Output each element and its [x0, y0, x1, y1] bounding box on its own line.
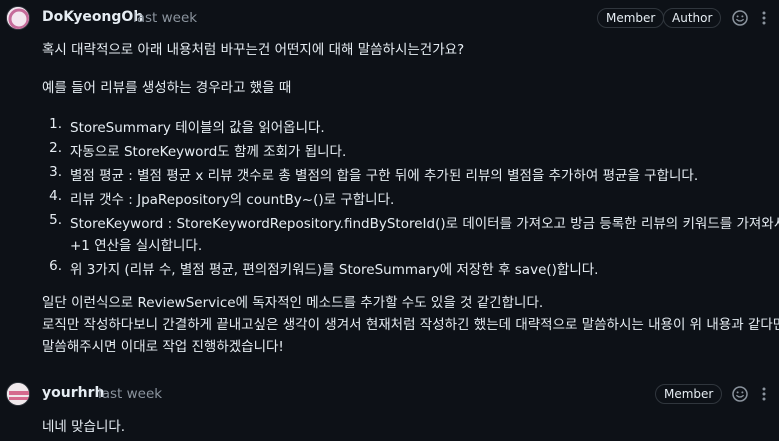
list-item: 위 3가지 (리뷰 수, 별점 평균, 편의점키워드)를 StoreSummar…	[70, 262, 599, 278]
kebab-icon	[762, 11, 766, 25]
member-badge: Member	[655, 384, 723, 404]
avatar[interactable]	[6, 382, 30, 406]
smiley-icon	[732, 386, 748, 402]
comment-menu-button[interactable]	[756, 9, 772, 27]
list-item: StoreSummary 테이블의 값을 읽어옵니다.	[70, 120, 325, 136]
list-item: 리뷰 갯수 : JpaRepository의 countBy~()로 구합니다.	[70, 192, 395, 208]
list-number: 5.	[49, 212, 62, 228]
list-item: 별점 평균 : 별점 평균 x 리뷰 갯수로 총 별점의 합을 구한 뒤에 추가…	[70, 168, 699, 184]
paragraph: 혹시 대략적으로 아래 내용처럼 바꾸는건 어떤지에 대해 말씀하시는건가요?	[42, 42, 465, 58]
kebab-icon	[762, 387, 766, 401]
list-item: StoreKeyword : StoreKeywordRepository.fi…	[70, 216, 779, 232]
list-number: 1.	[49, 116, 62, 132]
comment-yourhrh: yourhrh last week Member 네네 맞습니다.	[0, 376, 779, 441]
comment-menu-button[interactable]	[756, 385, 772, 403]
list-item: 자동으로 StoreKeyword도 함께 조회가 됩니다.	[70, 144, 347, 160]
paragraph: 예를 들어 리뷰를 생성하는 경우라고 했을 때	[42, 80, 292, 96]
list-number: 6.	[49, 258, 62, 274]
author-badge: Author	[663, 8, 722, 28]
identicon-icon	[7, 383, 29, 405]
comment-dokyeongoh: DoKyeongOh last week Member Author 혹시 대략…	[0, 0, 779, 365]
list-number: 2.	[49, 140, 62, 156]
avatar[interactable]	[6, 6, 30, 30]
comment-time[interactable]: last week	[98, 386, 162, 402]
list-number: 3.	[49, 164, 62, 180]
smiley-icon	[732, 10, 748, 26]
paragraph: 로직만 작성하다보니 간결하게 끝내고싶은 생각이 생겨서 현재처럼 작성하긴 …	[42, 317, 779, 333]
author-name[interactable]: yourhrh	[42, 385, 104, 401]
member-badge: Member	[597, 8, 665, 28]
comment-header: DoKyeongOh last week Member Author	[0, 0, 779, 36]
add-reaction-button[interactable]	[731, 385, 749, 403]
paragraph: 네네 맞습니다.	[42, 419, 126, 435]
comment-time[interactable]: last week	[133, 10, 197, 26]
paragraph: 일단 이런식으로 ReviewService에 독자적인 메소드를 추가할 수도…	[42, 295, 544, 311]
author-name[interactable]: DoKyeongOh	[42, 9, 143, 25]
paragraph: 말씀해주시면 이대로 작업 진행하겠습니다!	[42, 339, 284, 355]
comment-header: yourhrh last week Member	[0, 376, 779, 412]
list-item-continuation: +1 연산을 실시합니다.	[70, 238, 203, 254]
identicon-icon	[7, 7, 29, 29]
list-number: 4.	[49, 188, 62, 204]
add-reaction-button[interactable]	[731, 9, 749, 27]
